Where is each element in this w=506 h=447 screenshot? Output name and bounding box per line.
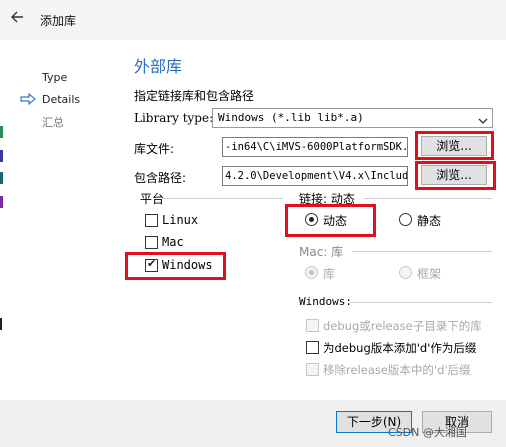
- include-path-input[interactable]: 4.2.0\Development\V4.x\Includes: [222, 166, 408, 186]
- linux-label: Linux: [162, 213, 199, 227]
- watermark: CSDN @大湘国: [388, 426, 467, 439]
- windows-checkbox[interactable]: ✔: [145, 257, 158, 272]
- include-path-value: 4.2.0\Development\V4.x\Includes: [225, 170, 408, 182]
- include-path-browse-button[interactable]: 浏览...: [421, 165, 487, 185]
- edge-marker: [0, 318, 2, 330]
- platform-divider: [163, 198, 283, 199]
- window-title: 添加库: [40, 14, 77, 28]
- dynamic-label: 动态: [323, 214, 348, 228]
- mac-library-label: 库: [323, 267, 336, 281]
- static-label: 静态: [417, 214, 442, 228]
- library-file-value: -in64\C\iMVS-6000PlatformSDK.lib: [225, 141, 408, 153]
- library-file-browse-button[interactable]: 浏览...: [421, 136, 487, 156]
- edge-marker: [0, 126, 3, 138]
- debug-release-subdir-checkbox[interactable]: [306, 319, 319, 332]
- step-summary: 汇总: [42, 116, 64, 129]
- mac-label: Mac: [162, 235, 184, 249]
- mac-library-radio[interactable]: [305, 266, 318, 279]
- mac-checkbox[interactable]: [145, 236, 158, 249]
- add-d-suffix-label: 为debug版本添加'd'作为后缀: [323, 341, 477, 355]
- chevron-down-icon: [478, 114, 488, 124]
- library-file-input[interactable]: -in64\C\iMVS-6000PlatformSDK.lib: [222, 137, 408, 157]
- linkage-divider: [364, 198, 492, 199]
- include-path-label: 包含路径:: [134, 171, 187, 185]
- edge-marker: [0, 172, 3, 184]
- step-details: Details: [42, 93, 81, 106]
- edge-marker: [0, 150, 3, 162]
- linux-checkbox[interactable]: [145, 214, 158, 227]
- current-step-arrow-icon: [20, 92, 36, 106]
- step-type: Type: [42, 71, 68, 84]
- section-title: 外部库: [134, 57, 183, 76]
- windows-group-label: Windows:: [299, 295, 352, 308]
- section-subtitle: 指定链接库和包含路径: [134, 89, 255, 103]
- library-file-label: 库文件:: [134, 142, 175, 156]
- dynamic-radio[interactable]: [305, 213, 318, 226]
- debug-release-subdir-label: debug或release子目录下的库: [323, 319, 482, 333]
- mac-framework-label: 框架: [417, 267, 442, 281]
- library-type-select[interactable]: Windows (*.lib lib*.a): [212, 108, 493, 128]
- mac-divider: [352, 251, 492, 252]
- add-d-suffix-checkbox[interactable]: [306, 341, 319, 354]
- edge-marker: [0, 196, 3, 208]
- remove-d-suffix-checkbox[interactable]: [306, 363, 319, 376]
- library-type-value: Windows (*.lib lib*.a): [218, 111, 364, 124]
- remove-d-suffix-label: 移除release版本中的'd'后缀: [323, 363, 471, 377]
- back-arrow-icon[interactable]: [10, 10, 24, 24]
- library-type-label: Library type:: [134, 111, 214, 125]
- mac-group-label: Mac: 库: [299, 245, 344, 259]
- platform-group-label: 平台: [140, 192, 165, 206]
- windows-divider: [350, 302, 492, 303]
- windows-label: Windows: [162, 258, 213, 272]
- mac-framework-radio[interactable]: [399, 266, 412, 279]
- checkmark-icon: ✔: [147, 257, 157, 270]
- static-radio[interactable]: [399, 213, 412, 226]
